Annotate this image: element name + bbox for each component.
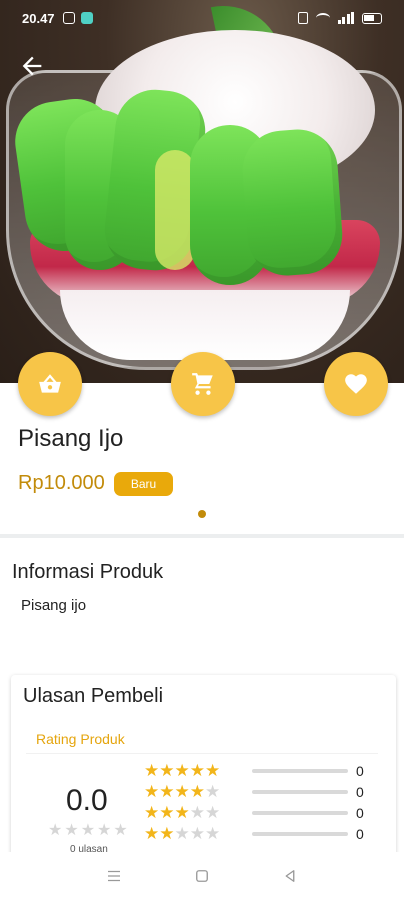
rating-bar <box>252 831 348 836</box>
product-image <box>0 0 404 383</box>
rating-count: 0 <box>356 825 364 842</box>
rating-bar <box>252 810 348 815</box>
wifi-icon <box>315 13 330 23</box>
favorite-button[interactable] <box>324 352 388 416</box>
average-stars: ★ ★ ★ ★ ★ <box>48 820 128 840</box>
rating-breakdown: ★ ★ ★ ★ ★ 0 ★ ★ ★ ★ ★ 0 ★ ★ ★ ★ ★ 0 ★ ★ … <box>144 760 374 844</box>
system-nav-bar <box>0 852 404 900</box>
rating-row-4: ★ ★ ★ ★ ★ 0 <box>144 781 374 802</box>
vibrate-icon <box>297 12 308 24</box>
rating-row-3: ★ ★ ★ ★ ★ 0 <box>144 802 374 823</box>
milk-layer <box>60 290 350 360</box>
average-rating: 0.0 <box>66 784 108 817</box>
rating-label: Rating Produk <box>36 731 125 747</box>
rating-count: 0 <box>356 783 364 800</box>
image-page-indicator <box>198 510 206 518</box>
rating-bar <box>252 768 348 773</box>
back-nav-icon[interactable] <box>281 867 299 885</box>
recent-apps-icon[interactable] <box>105 867 123 885</box>
add-to-cart-button[interactable] <box>171 352 235 416</box>
product-name: Pisang Ijo <box>18 425 124 452</box>
rating-bar <box>252 789 348 794</box>
stars-4: ★ ★ ★ ★ ★ <box>144 782 221 801</box>
notification-icon <box>80 12 93 24</box>
heart-icon <box>345 374 367 394</box>
rating-row-5: ★ ★ ★ ★ ★ 0 <box>144 760 374 781</box>
status-time: 20.47 <box>22 10 55 26</box>
star-icon: ★ <box>113 822 128 839</box>
basket-icon <box>39 374 61 393</box>
product-description: Pisang ijo <box>21 597 87 614</box>
reviews-title: Ulasan Pembeli <box>23 685 164 707</box>
section-divider <box>0 534 404 538</box>
rating-count: 0 <box>356 804 364 821</box>
product-price: Rp10.000 <box>18 472 105 494</box>
arrow-left-icon <box>22 56 42 76</box>
rating-row-2: ★ ★ ★ ★ ★ 0 <box>144 823 374 844</box>
cart-icon <box>192 373 213 395</box>
signal-icon <box>337 12 354 24</box>
reviews-card: Ulasan Pembeli Rating Produk 0.0 ★ ★ ★ ★… <box>11 675 396 875</box>
stars-3: ★ ★ ★ ★ ★ <box>144 803 221 822</box>
product-info-title: Informasi Produk <box>12 561 164 583</box>
battery-icon <box>362 12 382 24</box>
back-button[interactable] <box>18 52 50 84</box>
new-badge: Baru <box>114 472 173 496</box>
rating-summary: 0.0 ★ ★ ★ ★ ★ 0 ulasan ★ ★ ★ ★ ★ 0 ★ ★ ★ ★ ★ 0 <box>26 753 378 863</box>
star-icon: ★ <box>80 822 96 839</box>
banana-core <box>155 150 195 270</box>
rating-count: 0 <box>356 762 364 779</box>
instagram-icon <box>62 12 75 24</box>
star-icon: ★ <box>97 822 112 839</box>
star-icon: ★ <box>64 822 79 839</box>
star-icon: ★ <box>48 822 63 839</box>
home-icon[interactable] <box>193 867 211 885</box>
buy-now-button[interactable] <box>18 352 82 416</box>
stars-5: ★ ★ ★ ★ ★ <box>144 761 221 780</box>
status-bar: 20.47 <box>0 0 404 36</box>
stars-2: ★ ★ ★ ★ ★ <box>144 824 221 843</box>
banana-slice <box>240 126 345 279</box>
